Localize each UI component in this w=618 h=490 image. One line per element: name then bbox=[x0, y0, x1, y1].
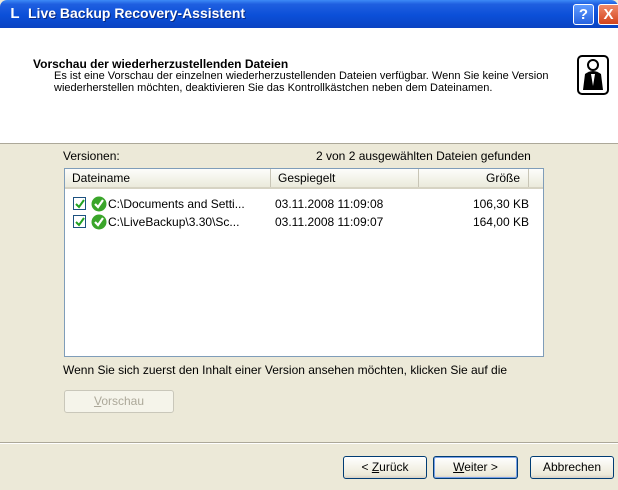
preview-button[interactable]: Vorschau bbox=[64, 390, 174, 413]
page-title: Vorschau der wiederherzustellenden Datei… bbox=[33, 57, 289, 71]
column-header-filename[interactable]: Dateiname bbox=[65, 169, 271, 187]
page-description: Es ist eine Vorschau der einzelnen wiede… bbox=[54, 70, 549, 94]
row-checkbox[interactable] bbox=[73, 215, 86, 228]
versions-label: Versionen: bbox=[63, 149, 120, 163]
file-name: C:\Documents and Setti... bbox=[108, 197, 245, 211]
list-item[interactable]: C:\LiveBackup\3.30\Sc... 03.11.2008 11:0… bbox=[73, 214, 543, 232]
next-label: eiter > bbox=[464, 460, 498, 474]
row-checkbox[interactable] bbox=[73, 197, 86, 210]
footer-divider bbox=[0, 442, 618, 444]
app-icon: L bbox=[10, 5, 20, 22]
mirrored-date: 03.11.2008 11:09:08 bbox=[275, 197, 384, 211]
preview-hint: Wenn Sie sich zuerst den Inhalt einer Ve… bbox=[63, 363, 508, 377]
recovery-wizard-window: L Live Backup Recovery-Assistent ? X Vor… bbox=[0, 0, 618, 490]
cancel-button[interactable]: Abbrechen bbox=[530, 456, 614, 479]
back-prefix: < bbox=[361, 460, 372, 474]
found-count-label: 2 von 2 ausgewählten Dateien gefunden bbox=[316, 149, 531, 163]
versions-list[interactable]: Dateiname Gespiegelt Größe C:\Documents … bbox=[64, 168, 544, 357]
wizard-person-icon bbox=[572, 50, 612, 98]
close-button[interactable]: X bbox=[598, 4, 618, 25]
back-label: urück bbox=[379, 460, 409, 474]
column-header-mirrored[interactable]: Gespiegelt bbox=[271, 169, 419, 187]
list-item[interactable]: C:\Documents and Setti... 03.11.2008 11:… bbox=[73, 196, 543, 214]
title-bar[interactable]: L Live Backup Recovery-Assistent ? X bbox=[0, 0, 618, 28]
preview-label: orschau bbox=[101, 394, 145, 408]
next-mnemonic: W bbox=[453, 460, 465, 474]
next-button[interactable]: Weiter > bbox=[433, 456, 518, 479]
window-title: Live Backup Recovery-Assistent bbox=[28, 5, 246, 21]
green-check-icon bbox=[91, 214, 107, 230]
green-check-icon bbox=[91, 196, 107, 212]
file-name: C:\LiveBackup\3.30\Sc... bbox=[108, 215, 240, 229]
help-button[interactable]: ? bbox=[573, 4, 594, 25]
file-size: 164,00 KB bbox=[472, 215, 529, 229]
list-header: Dateiname Gespiegelt Größe bbox=[65, 169, 543, 189]
column-header-size[interactable]: Größe bbox=[419, 169, 529, 187]
back-button[interactable]: < Zurück bbox=[343, 456, 427, 479]
mirrored-date: 03.11.2008 11:09:07 bbox=[275, 215, 384, 229]
file-size: 106,30 KB bbox=[472, 197, 529, 211]
header-panel: Vorschau der wiederherzustellenden Datei… bbox=[0, 28, 618, 144]
